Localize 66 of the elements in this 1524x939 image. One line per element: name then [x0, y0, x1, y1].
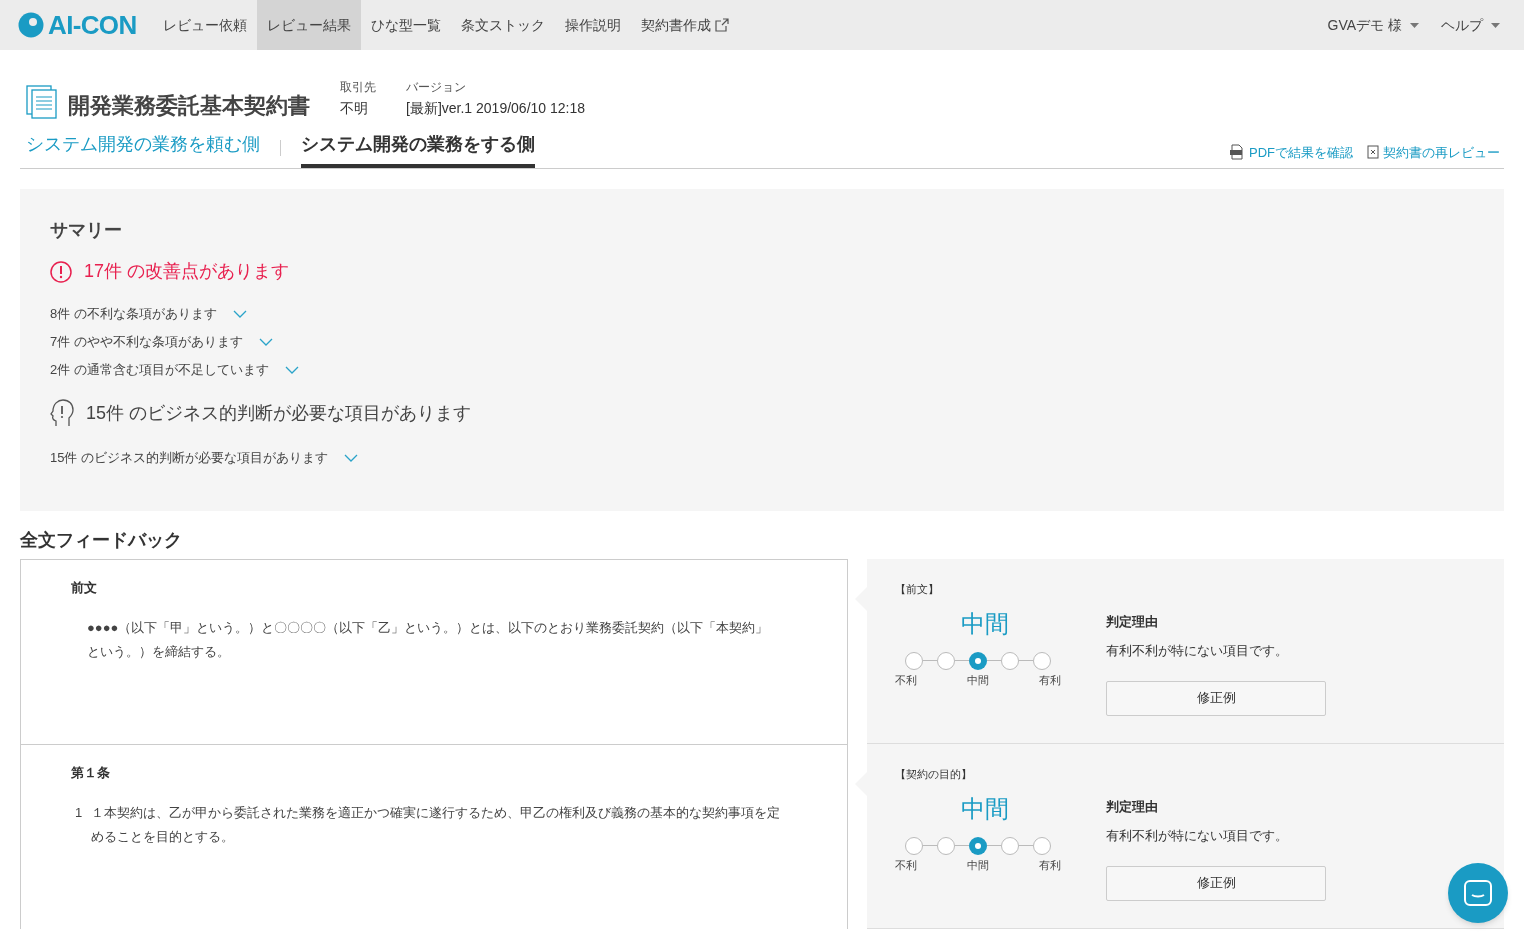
clause-heading: 第１条	[71, 764, 110, 782]
clause-text: ●●●●（以下「甲」という。）と〇〇〇〇（以下「乙」という。）とは、以下のとおり業務委託契約（以下「本契約」という。）を締結する。	[87, 618, 770, 661]
document-icon	[26, 85, 58, 119]
caret-icon	[1491, 22, 1500, 28]
summary-item: 15件 のビジネス的判断が必要な項目があります	[50, 449, 329, 468]
nav-dropdown[interactable]: GVAデモ 様	[1327, 14, 1419, 36]
clause-text: １本契約は、乙が甲から委託された業務を適正かつ確実に遂行するため、甲乙の権利及び義務の基本的な契約事項を定めることを目的とする。	[91, 803, 781, 846]
rating-point[interactable]	[904, 836, 923, 855]
clause-number: 1	[74, 803, 84, 822]
side-tab[interactable]: システム開発の業務をする側	[301, 131, 535, 168]
rating-point[interactable]	[1000, 651, 1019, 670]
rating-label: 中間	[960, 611, 1009, 636]
chevron-down-icon[interactable]	[344, 453, 359, 463]
document-title: 開発業務委託基本契約書	[68, 95, 310, 117]
scale-label: 中間	[966, 857, 989, 873]
nav-tab[interactable]: レビュー結果	[256, 0, 361, 50]
nav-tab[interactable]: レビュー依頼	[152, 0, 257, 50]
reason-text: 有利不利が特にない項目です。	[1106, 827, 1288, 845]
meta-label: バージョン	[406, 79, 467, 96]
section-label: 【前文】	[895, 582, 939, 597]
rating-point[interactable]	[1000, 836, 1019, 855]
head-exclamation-icon	[50, 399, 74, 427]
rating-label: 中間	[960, 796, 1009, 821]
revision-example-button[interactable]: 修正例	[1106, 865, 1326, 901]
chevron-down-icon[interactable]	[284, 365, 299, 375]
summary-item: 7件 のやや不利な条項があります	[50, 333, 243, 352]
logo-icon	[18, 12, 44, 38]
scale-label: 不利	[894, 672, 917, 688]
exclamation-circle-icon	[50, 260, 72, 283]
scale-label: 有利	[1038, 857, 1061, 873]
rating-point[interactable]	[968, 836, 987, 855]
reason-title: 判定理由	[1106, 797, 1158, 816]
summary-headline: 15件 のビジネス的判断が必要な項目があります	[86, 401, 472, 425]
nav-dropdown[interactable]: ヘルプ	[1441, 14, 1500, 36]
scale-label: 有利	[1038, 672, 1061, 688]
caret-icon	[1410, 22, 1419, 28]
rating-point[interactable]	[936, 836, 955, 855]
chevron-down-icon[interactable]	[258, 337, 273, 347]
summary-item: 2件 の通常含む項目が不足しています	[50, 361, 269, 380]
reason-title: 判定理由	[1106, 612, 1158, 631]
rating-point[interactable]	[904, 651, 923, 670]
clause-heading: 前文	[71, 579, 97, 597]
logo-text: AI-CON	[48, 8, 137, 42]
summary-headline: 17件 の改善点があります	[84, 260, 290, 283]
chat-icon	[1464, 880, 1492, 906]
rating-point[interactable]	[1032, 651, 1051, 670]
nav-tab[interactable]: 条文ストック	[450, 0, 555, 50]
reason-text: 有利不利が特にない項目です。	[1106, 642, 1288, 660]
nav-tab[interactable]: 操作説明	[554, 0, 631, 50]
meta-value: [最新]ver.1 2019/06/10 12:18	[406, 99, 585, 118]
nav-tab[interactable]: 契約書作成	[630, 0, 739, 50]
summary-title: サマリー	[50, 219, 123, 242]
rating-point[interactable]	[1032, 836, 1051, 855]
rating-point[interactable]	[936, 651, 955, 670]
summary-item: 8件 の不利な条項があります	[50, 305, 217, 324]
section-title: 全文フィードバック	[20, 529, 183, 552]
nav-tab[interactable]: ひな型一覧	[360, 0, 451, 50]
revision-example-button[interactable]: 修正例	[1106, 680, 1326, 716]
rating-point[interactable]	[968, 651, 987, 670]
section-label: 【契約の目的】	[895, 767, 972, 782]
scale-label: 中間	[966, 672, 989, 688]
chevron-down-icon[interactable]	[232, 309, 247, 319]
meta-label: 取引先	[340, 79, 376, 96]
scale-label: 不利	[894, 857, 917, 873]
document-icon	[1367, 145, 1379, 160]
meta-value: 不明	[340, 99, 369, 118]
